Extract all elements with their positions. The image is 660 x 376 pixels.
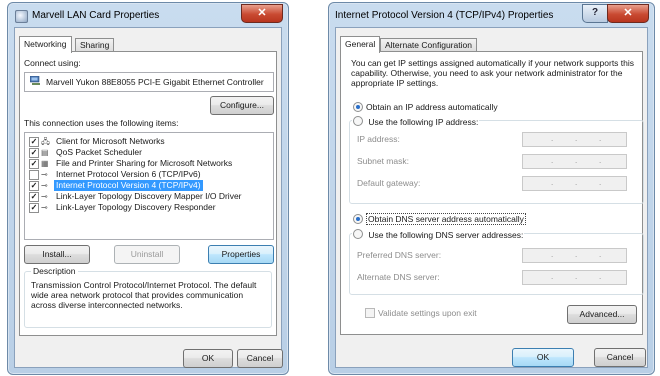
obtain-dns-auto-radio[interactable] (353, 214, 363, 224)
item-checkbox[interactable]: ✓ (29, 203, 39, 213)
alternate-dns-label: Alternate DNS server: (357, 272, 440, 282)
lan-card-properties-window: Marvell LAN Card Properties ✕ Networking… (7, 2, 289, 375)
ip-address-label: IP address: (357, 134, 400, 144)
install-button[interactable]: Install... (24, 245, 90, 264)
ip-address-field[interactable]: ... (522, 132, 627, 147)
uninstall-button[interactable]: Uninstall (114, 245, 180, 264)
subnet-mask-field[interactable]: ... (522, 154, 627, 169)
protocol-icon: ⊸ (41, 170, 48, 179)
item-label: Internet Protocol Version 4 (TCP/IPv4) (54, 180, 203, 191)
default-gateway-label: Default gateway: (357, 178, 421, 188)
use-following-dns-legend: Use the following DNS server addresses: (352, 229, 525, 240)
networking-panel: Connect using: Marvell Yukon 88E8055 PCI… (19, 51, 277, 336)
default-gateway-field[interactable]: ... (522, 176, 627, 191)
network-card-icon (30, 76, 40, 85)
use-following-ip-label[interactable]: Use the following IP address: (368, 117, 478, 127)
close-button[interactable]: ✕ (607, 4, 649, 23)
help-button[interactable]: ? (582, 4, 608, 23)
cancel-button[interactable]: Cancel (594, 348, 646, 367)
advanced-button[interactable]: Advanced... (567, 305, 637, 324)
tab-general[interactable]: General (340, 36, 381, 53)
obtain-ip-auto-label[interactable]: Obtain an IP address automatically (366, 102, 498, 112)
items-label: This connection uses the following items… (24, 118, 179, 128)
item-label: File and Printer Sharing for Microsoft N… (56, 158, 233, 168)
use-following-dns-radio[interactable] (353, 229, 363, 239)
item-checkbox[interactable] (29, 170, 39, 180)
obtain-dns-auto-label[interactable]: Obtain DNS server address automatically (366, 213, 526, 225)
item-checkbox[interactable]: ✓ (29, 137, 39, 147)
window-title: Internet Protocol Version 4 (TCP/IPv4) P… (335, 10, 554, 21)
adapter-box: Marvell Yukon 88E8055 PCI-E Gigabit Ethe… (24, 72, 274, 92)
item-checkbox[interactable]: ✓ (29, 148, 39, 158)
item-label: Link-Layer Topology Discovery Responder (56, 202, 216, 212)
dialog-client: General Alternate Configuration You can … (335, 27, 648, 368)
ok-button[interactable]: OK (512, 348, 574, 367)
validate-checkbox[interactable] (365, 308, 375, 318)
tab-networking[interactable]: Networking (19, 36, 72, 53)
close-button[interactable]: ✕ (241, 4, 283, 23)
description-text: Transmission Control Protocol/Internet P… (31, 280, 257, 310)
ok-button[interactable]: OK (183, 349, 233, 368)
components-list[interactable]: ✓ 🖧 Client for Microsoft Networks ✓ ▤ Qo… (24, 132, 274, 240)
item-label: Client for Microsoft Networks (56, 136, 165, 146)
preferred-dns-label: Preferred DNS server: (357, 250, 442, 260)
ip-address-group: Use the following IP address: IP address… (349, 116, 644, 204)
description-legend: Description (31, 266, 78, 276)
validate-label: Validate settings upon exit (378, 308, 477, 318)
protocol-icon: ⊸ (41, 181, 48, 190)
item-label: Link-Layer Topology Discovery Mapper I/O… (56, 191, 242, 201)
item-label: Internet Protocol Version 6 (TCP/IPv6) (56, 169, 201, 179)
title-bar[interactable]: Marvell LAN Card Properties ✕ (8, 3, 288, 27)
general-panel: You can get IP settings assigned automat… (340, 51, 644, 335)
qos-icon: ▤ (41, 148, 49, 157)
alternate-dns-field[interactable]: ... (522, 270, 627, 285)
network-client-icon: 🖧 (41, 137, 50, 146)
preferred-dns-field[interactable]: ... (522, 248, 627, 263)
dialog-client: Networking Sharing Connect using: Marvel… (14, 27, 283, 368)
tab-sharing[interactable]: Sharing (75, 38, 115, 52)
obtain-ip-auto-radio[interactable] (353, 102, 363, 112)
use-following-ip-legend: Use the following IP address: (352, 116, 480, 127)
description-group: Description Transmission Control Protoco… (24, 266, 272, 328)
cancel-button[interactable]: Cancel (237, 349, 283, 368)
ipv4-properties-window: Internet Protocol Version 4 (TCP/IPv4) P… (328, 2, 655, 375)
use-following-ip-radio[interactable] (353, 116, 363, 126)
item-checkbox[interactable]: ✓ (29, 181, 39, 191)
window-title: Marvell LAN Card Properties (32, 10, 160, 21)
item-checkbox[interactable]: ✓ (29, 159, 39, 169)
use-following-dns-label[interactable]: Use the following DNS server addresses: (368, 230, 523, 240)
properties-button[interactable]: Properties (208, 245, 274, 264)
title-bar[interactable]: Internet Protocol Version 4 (TCP/IPv4) P… (329, 3, 654, 27)
protocol-icon: ⊸ (41, 192, 48, 201)
dns-group: Use the following DNS server addresses: … (349, 229, 644, 295)
printer-icon: ▦ (41, 159, 49, 168)
item-checkbox[interactable]: ✓ (29, 192, 39, 202)
protocol-icon: ⊸ (41, 203, 48, 212)
connect-using-label: Connect using: (24, 58, 81, 68)
tab-alternate-configuration[interactable]: Alternate Configuration (380, 38, 477, 52)
adapter-name: Marvell Yukon 88E8055 PCI-E Gigabit Ethe… (46, 77, 264, 87)
intro-text: You can get IP settings assigned automat… (351, 58, 635, 88)
item-label: QoS Packet Scheduler (56, 147, 142, 157)
network-adapter-icon (15, 10, 28, 23)
subnet-mask-label: Subnet mask: (357, 156, 409, 166)
configure-button[interactable]: Configure... (210, 96, 274, 115)
